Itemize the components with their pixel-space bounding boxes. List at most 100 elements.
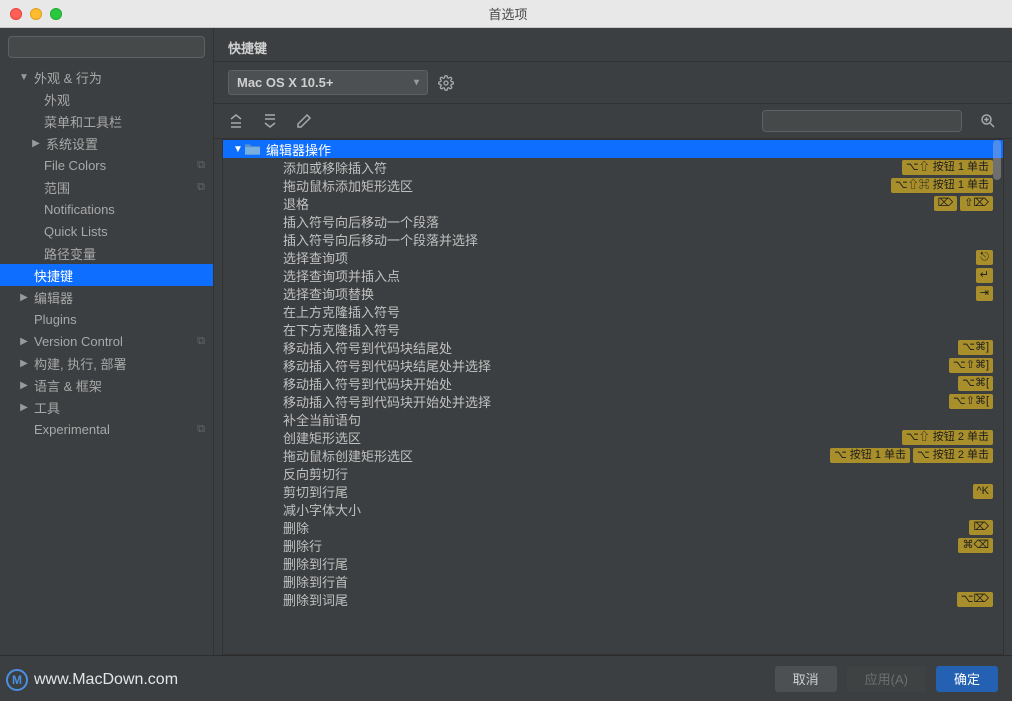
edit-icon[interactable] [294,111,314,131]
action-row[interactable]: 移动插入符号到代码块开始处⌥⌘[ [223,374,1003,392]
shortcut-badge: ⎋ [976,250,993,265]
action-row[interactable]: 反向剪切行 [223,464,1003,482]
settings-tree[interactable]: ▼外观 & 行为外观菜单和工具栏▶系统设置File Colors⧉范围⧉Noti… [0,66,213,655]
shortcut-badge: ↵ [976,268,993,283]
sidebar-item[interactable]: ▶构建, 执行, 部署 [0,352,213,374]
titlebar: 首选项 [0,0,1012,28]
actions-group-header[interactable]: ▼编辑器操作 [223,140,1003,158]
action-row[interactable]: 在下方克隆插入符号 [223,320,1003,338]
gear-icon[interactable] [438,75,454,91]
shortcut-badges: ⌥⇧⌘] [949,358,993,373]
action-row[interactable]: 在上方克隆插入符号 [223,302,1003,320]
sidebar-item[interactable]: ▶Version Control⧉ [0,330,213,352]
shortcut-badge: ⌥⇧⌘] [949,358,993,373]
apply-button[interactable]: 应用(A) [847,666,926,692]
tree-arrow-icon: ▶ [18,380,30,391]
action-search-input[interactable] [762,110,962,132]
action-row[interactable]: 拖动鼠标创建矩形选区⌥ 按钮 1 单击⌥ 按钮 2 单击 [223,446,1003,464]
action-row[interactable]: 选择查询项并插入点↵ [223,266,1003,284]
action-row[interactable]: 插入符号向后移动一个段落并选择 [223,230,1003,248]
action-row[interactable]: 移动插入符号到代码块结尾处⌥⌘] [223,338,1003,356]
keymap-scheme-value: Mac OS X 10.5+ [237,75,333,90]
shortcut-badge: ⌥⇧ 按钮 1 单击 [902,160,993,175]
sidebar-item[interactable]: 路径变量 [0,242,213,264]
zoom-window-button[interactable] [50,8,62,20]
action-row[interactable]: 移动插入符号到代码块开始处并选择⌥⇧⌘[ [223,392,1003,410]
action-row[interactable]: 插入符号向后移动一个段落 [223,212,1003,230]
sidebar-item[interactable]: File Colors⧉ [0,154,213,176]
action-row[interactable]: 退格⌦⇧⌦ [223,194,1003,212]
action-label: 拖动鼠标创建矩形选区 [283,446,830,465]
close-window-button[interactable] [10,8,22,20]
sidebar-item[interactable]: 外观 [0,88,213,110]
action-label: 插入符号向后移动一个段落并选择 [283,230,1003,249]
scrollbar[interactable] [993,140,1001,180]
sidebar-item[interactable]: ▶编辑器 [0,286,213,308]
shortcut-badge: ⇧⌦ [960,196,993,211]
action-row[interactable]: 减小字体大小 [223,500,1003,518]
window-title: 首选项 [70,4,946,23]
action-label: 反向剪切行 [283,464,1003,483]
collapse-all-icon[interactable] [260,111,280,131]
shortcut-badges: ⌥⇧⌘[ [949,394,993,409]
action-row[interactable]: 删除到词尾⌥⌦ [223,590,1003,608]
shortcut-badge: ^K [973,484,994,499]
action-row[interactable]: 删除到行首 [223,572,1003,590]
action-row[interactable]: 删除到行尾 [223,554,1003,572]
sidebar-item-label: Version Control [34,334,123,349]
action-row[interactable]: 添加或移除插入符⌥⇧ 按钮 1 单击 [223,158,1003,176]
action-row[interactable]: 选择查询项⎋ [223,248,1003,266]
tree-arrow-icon: ▶ [18,358,30,369]
sidebar-item[interactable]: Notifications [0,198,213,220]
per-project-icon: ⧉ [197,181,205,194]
action-label: 减小字体大小 [283,500,1003,519]
action-row[interactable]: 移动插入符号到代码块结尾处并选择⌥⇧⌘] [223,356,1003,374]
sidebar-item[interactable]: Quick Lists [0,220,213,242]
shortcut-badges: ⌘⌫ [958,538,993,553]
shortcut-badge: ⌥⌦ [957,592,993,607]
action-label: 删除行 [283,536,958,555]
shortcut-badges: ⌦ [969,520,993,535]
sidebar-item[interactable]: 菜单和工具栏 [0,110,213,132]
sidebar-item[interactable]: ▶系统设置 [0,132,213,154]
find-by-shortcut-icon[interactable] [976,112,1000,130]
twisty-down-icon: ▼ [233,144,245,155]
action-label: 删除到词尾 [283,590,957,609]
action-row[interactable]: 补全当前语句 [223,410,1003,428]
sidebar-item[interactable]: ▶工具 [0,396,213,418]
sidebar-item[interactable]: 快捷键 [0,264,213,286]
sidebar-item-label: 外观 & 行为 [34,68,102,87]
action-label: 退格 [283,194,934,213]
action-row[interactable]: 拖动鼠标添加矩形选区⌥⇧⌘ 按钮 1 单击 [223,176,1003,194]
cancel-button[interactable]: 取消 [775,666,837,692]
shortcut-badges: ⌥⌘[ [958,376,993,391]
sidebar-item-label: 快捷键 [34,266,73,285]
per-project-icon: ⧉ [197,159,205,172]
minimize-window-button[interactable] [30,8,42,20]
sidebar-item[interactable]: 范围⧉ [0,176,213,198]
shortcut-badges: ⇥ [976,286,993,301]
actions-tree[interactable]: ▼编辑器操作 添加或移除插入符⌥⇧ 按钮 1 单击拖动鼠标添加矩形选区⌥⇧⌘ 按… [222,139,1004,655]
settings-search-input[interactable] [8,36,205,58]
action-row[interactable]: 创建矩形选区⌥⇧ 按钮 2 单击 [223,428,1003,446]
shortcut-badges: ⌥⌘] [958,340,993,355]
sidebar-item[interactable]: Experimental⧉ [0,418,213,440]
action-label: 创建矩形选区 [283,428,902,447]
action-row[interactable]: 选择查询项替换⇥ [223,284,1003,302]
action-label: 删除到行尾 [283,554,1003,573]
shortcut-badge: ⌥⇧ 按钮 2 单击 [902,430,993,445]
logo-icon: M [6,669,28,691]
sidebar-item[interactable]: ▶语言 & 框架 [0,374,213,396]
keymap-scheme-combobox[interactable]: Mac OS X 10.5+ ▾ [228,70,428,95]
action-row[interactable]: 删除⌦ [223,518,1003,536]
action-row[interactable]: 剪切到行尾^K [223,482,1003,500]
expand-all-icon[interactable] [226,111,246,131]
action-row[interactable]: 删除行⌘⌫ [223,536,1003,554]
shortcut-badge: ⌥ 按钮 1 单击 [830,448,910,463]
sidebar-item[interactable]: Plugins [0,308,213,330]
sidebar-item[interactable]: ▼外观 & 行为 [0,66,213,88]
tree-arrow-icon: ▶ [18,402,30,413]
chevron-down-icon: ▾ [414,77,419,88]
action-label: 拖动鼠标添加矩形选区 [283,176,891,195]
ok-button[interactable]: 确定 [936,666,998,692]
